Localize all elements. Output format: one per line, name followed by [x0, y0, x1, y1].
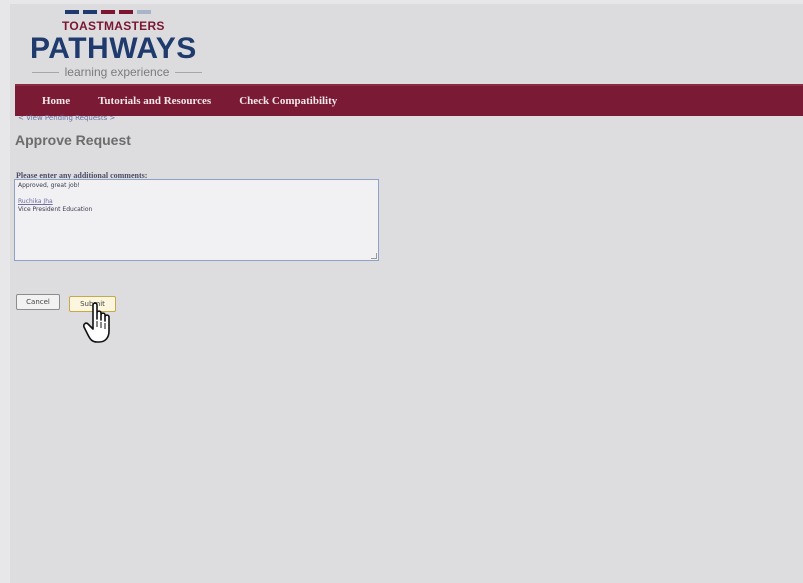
page-title: Approve Request: [15, 132, 131, 148]
logo-toastmasters: TOASTMASTERS: [62, 19, 165, 33]
logo-pathways[interactable]: PATHWAYS: [30, 32, 197, 66]
logo-stripe: [119, 10, 133, 14]
logo-stripe: [65, 10, 79, 14]
logo-stripe: [101, 10, 115, 14]
breadcrumb-view-pending[interactable]: < View Pending Requests >: [18, 114, 115, 122]
signature-title: Vice President Education: [18, 206, 93, 213]
logo-tagline: learning experience: [32, 65, 202, 79]
page: TOASTMASTERS PATHWAYS learning experienc…: [10, 4, 803, 583]
main-nav: Home Tutorials and Resources Check Compa…: [15, 84, 803, 116]
header: TOASTMASTERS PATHWAYS learning experienc…: [10, 4, 803, 84]
cancel-button[interactable]: Cancel: [16, 294, 60, 310]
nav-tutorials-resources[interactable]: Tutorials and Resources: [98, 95, 211, 107]
logo-stripes: [65, 10, 151, 14]
resize-grip-icon[interactable]: [371, 253, 377, 259]
comments-textarea[interactable]: Approved, great job! Ruchika Jha Vice Pr…: [14, 179, 379, 261]
hand-pointer-icon: [83, 302, 110, 343]
logo-subtext: learning experience: [64, 65, 170, 79]
signature-name: Ruchika Jha: [18, 198, 53, 205]
logo-stripe: [137, 10, 151, 14]
logo-stripe: [83, 10, 97, 14]
divider: [32, 71, 59, 73]
nav-check-compatibility[interactable]: Check Compatibility: [239, 95, 337, 107]
comment-line: Approved, great job!: [18, 182, 80, 189]
nav-home[interactable]: Home: [42, 95, 70, 107]
divider: [175, 71, 202, 73]
